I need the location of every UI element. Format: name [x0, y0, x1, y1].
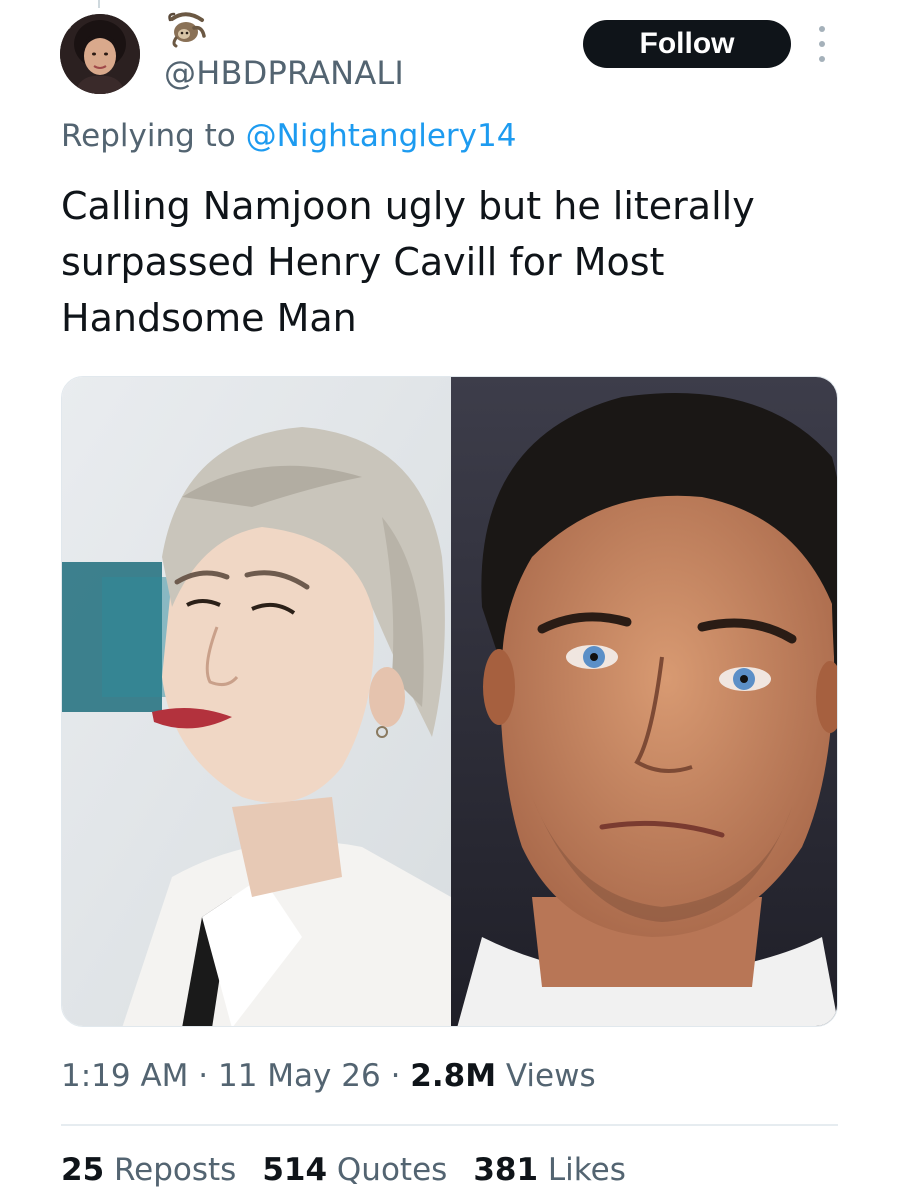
tweet-text: Calling Namjoon ugly but he literally su… — [61, 184, 755, 340]
views-label: Views — [505, 1058, 596, 1094]
tweet-page: @HBDPRANALI Follow Replying to @Nightang… — [0, 0, 899, 1200]
reply-mention-link[interactable]: @Nightanglery14 — [246, 118, 517, 154]
reposts-count: 25 — [61, 1152, 105, 1188]
replying-prefix: Replying to — [61, 118, 236, 154]
tweet-meta-line: 1:19 AM · 11 May 26 · 2.8M Views — [61, 1058, 596, 1094]
divider — [61, 1124, 838, 1126]
quotes-count: 514 — [262, 1152, 328, 1188]
engagement-stats: 25 Reposts 514 Quotes 381 Likes — [61, 1152, 626, 1188]
likes-count: 381 — [473, 1152, 539, 1188]
reposts-stat[interactable]: 25 Reposts — [61, 1152, 236, 1188]
quotes-label: Quotes — [336, 1152, 448, 1188]
user-handle[interactable]: @HBDPRANALI — [164, 54, 404, 92]
meta-separator: · — [390, 1058, 401, 1094]
avatar[interactable] — [60, 14, 140, 94]
thread-connector-line — [98, 0, 100, 8]
reposts-label: Reposts — [114, 1152, 237, 1188]
tweet-date[interactable]: 11 May 26 — [218, 1058, 381, 1094]
follow-button[interactable]: Follow — [583, 20, 791, 68]
meta-separator: · — [198, 1058, 209, 1094]
more-options-icon[interactable] — [812, 26, 832, 62]
likes-label: Likes — [547, 1152, 626, 1188]
views-count: 2.8M — [410, 1058, 497, 1094]
replying-to-line: Replying to @Nightanglery14 — [61, 118, 516, 154]
tweet-media-image[interactable] — [61, 376, 838, 1027]
quotes-stat[interactable]: 514 Quotes — [262, 1152, 447, 1188]
tweet-time[interactable]: 1:19 AM — [61, 1058, 188, 1094]
sloth-emoji-icon — [164, 10, 208, 50]
likes-stat[interactable]: 381 Likes — [473, 1152, 626, 1188]
